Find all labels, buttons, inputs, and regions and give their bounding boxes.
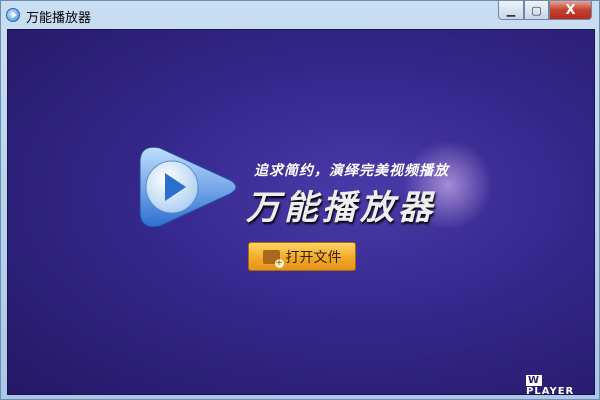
window-title: 万能播放器 — [26, 11, 92, 26]
title-bar[interactable]: 万能播放器 ▁ ▢ X — [1, 1, 600, 29]
maximize-button[interactable]: ▢ — [524, 1, 549, 20]
product-name: 万能播放器 — [246, 188, 436, 228]
app-window: 万能播放器 ▁ ▢ X 追求简约，演绎完美视频播放 万能播放器 打开文件 WPL… — [0, 0, 600, 400]
open-file-label: 打开文件 — [285, 249, 342, 266]
play-logo-icon — [139, 146, 237, 228]
minimize-button[interactable]: ▁ — [498, 1, 524, 20]
brand-text: PLAYER — [526, 386, 575, 395]
folder-add-icon — [262, 249, 284, 268]
close-button[interactable]: X — [549, 1, 592, 20]
player-area[interactable]: 追求简约，演绎完美视频播放 万能播放器 打开文件 WPLAYER — [7, 29, 595, 395]
slogan-text: 追求简约，演绎完美视频播放 — [254, 163, 449, 179]
open-file-button[interactable]: 打开文件 — [248, 242, 356, 271]
brand-letter: W — [526, 375, 543, 386]
app-play-icon — [6, 8, 20, 22]
brand-logo: WPLAYER — [526, 375, 594, 395]
